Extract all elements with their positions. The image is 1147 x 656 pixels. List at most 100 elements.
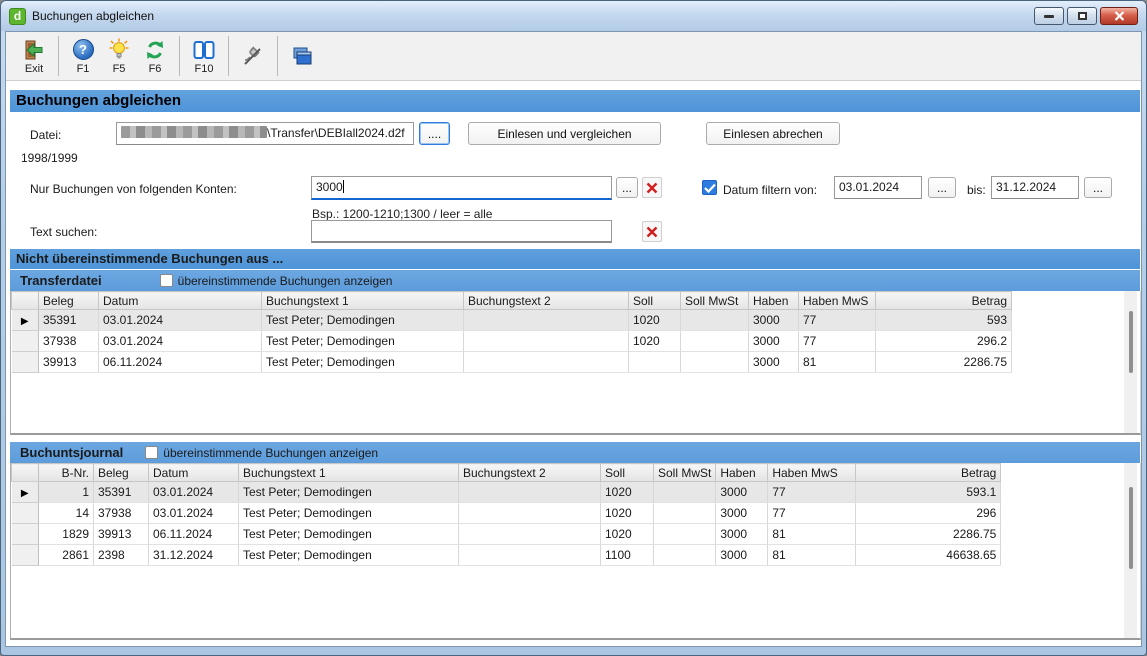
table-cell[interactable]: Test Peter; Demodingen bbox=[239, 503, 459, 524]
column-header[interactable]: Beleg bbox=[94, 464, 149, 482]
row-selector[interactable] bbox=[12, 545, 39, 566]
column-header[interactable]: Soll MwSt bbox=[654, 464, 716, 482]
accounts-input[interactable]: 3000 bbox=[311, 176, 612, 200]
column-header[interactable]: Betrag bbox=[856, 464, 1001, 482]
table-cell[interactable] bbox=[654, 524, 716, 545]
table-cell[interactable]: 2861 bbox=[39, 545, 94, 566]
table-cell[interactable] bbox=[654, 503, 716, 524]
disconnect-button[interactable] bbox=[235, 33, 271, 79]
table-cell[interactable]: Test Peter; Demodingen bbox=[239, 545, 459, 566]
table-cell[interactable]: 3000 bbox=[716, 482, 768, 503]
table-cell[interactable] bbox=[654, 482, 716, 503]
table-cell[interactable]: 296 bbox=[856, 503, 1001, 524]
column-header[interactable]: Haben bbox=[716, 464, 768, 482]
table-row[interactable]: ▶3539103.01.2024Test Peter; Demodingen 10… bbox=[12, 310, 1012, 331]
file-path-input[interactable]: \Transfer\DEBIall2024.d2f bbox=[116, 122, 414, 145]
table-cell[interactable]: 1 bbox=[39, 482, 94, 503]
transfer-show-matching-checkbox[interactable] bbox=[160, 274, 173, 287]
table-cell[interactable]: 06.11.2024 bbox=[149, 524, 239, 545]
text-search-input[interactable] bbox=[311, 220, 612, 243]
table-cell[interactable]: Test Peter; Demodingen bbox=[262, 331, 464, 352]
table-cell[interactable]: Test Peter; Demodingen bbox=[262, 352, 464, 373]
refresh-f6-button[interactable]: F6 bbox=[137, 33, 173, 79]
table-cell[interactable]: Test Peter; Demodingen bbox=[239, 524, 459, 545]
table-cell[interactable]: 31.12.2024 bbox=[149, 545, 239, 566]
row-selector[interactable] bbox=[12, 524, 39, 545]
exit-button[interactable]: Exit bbox=[16, 33, 52, 79]
scrollbar-thumb[interactable] bbox=[1129, 311, 1133, 373]
column-header[interactable]: Haben bbox=[749, 292, 799, 310]
text-search-clear-button[interactable] bbox=[642, 221, 662, 242]
column-header[interactable]: Buchungstext 2 bbox=[459, 464, 601, 482]
table-cell[interactable]: 3000 bbox=[749, 352, 799, 373]
maximize-button[interactable] bbox=[1067, 7, 1097, 25]
table-cell[interactable]: 1020 bbox=[629, 310, 681, 331]
column-header[interactable]: Betrag bbox=[876, 292, 1012, 310]
table-cell[interactable]: 593.1 bbox=[856, 482, 1001, 503]
column-header[interactable]: Soll MwSt bbox=[681, 292, 749, 310]
table-row[interactable]: 143793803.01.2024Test Peter; Demodingen1… bbox=[12, 503, 1001, 524]
column-header[interactable]: Buchungstext 1 bbox=[239, 464, 459, 482]
column-header[interactable]: Haben MwS bbox=[799, 292, 876, 310]
table-cell[interactable]: 03.01.2024 bbox=[99, 331, 262, 352]
table-cell[interactable] bbox=[459, 503, 601, 524]
date-from-input[interactable]: 03.01.2024 bbox=[834, 176, 922, 199]
minimize-button[interactable] bbox=[1034, 7, 1064, 25]
journal-scrollbar[interactable] bbox=[1124, 463, 1137, 638]
table-cell[interactable]: 1100 bbox=[601, 545, 654, 566]
columns-f10-button[interactable]: F10 bbox=[186, 33, 222, 79]
table-cell[interactable] bbox=[459, 545, 601, 566]
table-cell[interactable]: 3000 bbox=[749, 331, 799, 352]
table-cell[interactable]: 2286.75 bbox=[876, 352, 1012, 373]
column-header[interactable]: B-Nr. bbox=[39, 464, 94, 482]
table-cell[interactable]: 37938 bbox=[39, 331, 99, 352]
table-cell[interactable]: 39913 bbox=[39, 352, 99, 373]
close-button[interactable] bbox=[1100, 7, 1138, 25]
table-row[interactable]: 18293991306.11.2024Test Peter; Demodinge… bbox=[12, 524, 1001, 545]
column-header[interactable]: Datum bbox=[99, 292, 262, 310]
table-cell[interactable] bbox=[629, 352, 681, 373]
table-cell[interactable] bbox=[464, 331, 629, 352]
table-cell[interactable]: 1020 bbox=[629, 331, 681, 352]
table-cell[interactable]: 77 bbox=[768, 503, 856, 524]
column-header[interactable]: Buchungstext 1 bbox=[262, 292, 464, 310]
table-row[interactable]: 2861239831.12.2024Test Peter; Demodingen… bbox=[12, 545, 1001, 566]
column-header[interactable]: Beleg bbox=[39, 292, 99, 310]
column-header[interactable]: Datum bbox=[149, 464, 239, 482]
date-from-browse-button[interactable]: ... bbox=[928, 177, 956, 198]
table-cell[interactable]: Test Peter; Demodingen bbox=[239, 482, 459, 503]
table-cell[interactable]: 81 bbox=[768, 545, 856, 566]
table-cell[interactable]: 1020 bbox=[601, 503, 654, 524]
scrollbar-thumb[interactable] bbox=[1129, 487, 1133, 569]
table-cell[interactable]: 1020 bbox=[601, 524, 654, 545]
table-cell[interactable]: 1020 bbox=[601, 482, 654, 503]
table-cell[interactable] bbox=[459, 524, 601, 545]
file-browse-button[interactable]: .... bbox=[419, 122, 450, 145]
table-cell[interactable]: 03.01.2024 bbox=[149, 482, 239, 503]
table-cell[interactable] bbox=[464, 310, 629, 331]
table-cell[interactable] bbox=[654, 545, 716, 566]
table-cell[interactable]: 14 bbox=[39, 503, 94, 524]
table-cell[interactable]: 35391 bbox=[39, 310, 99, 331]
cancel-read-button[interactable]: Einlesen abrechen bbox=[706, 122, 840, 145]
table-cell[interactable]: 296.2 bbox=[876, 331, 1012, 352]
table-row[interactable]: ▶13539103.01.2024Test Peter; Demodingen 1… bbox=[12, 482, 1001, 503]
table-cell[interactable]: Test Peter; Demodingen bbox=[262, 310, 464, 331]
table-cell[interactable]: 35391 bbox=[94, 482, 149, 503]
column-header[interactable]: Haben MwS bbox=[768, 464, 856, 482]
table-cell[interactable]: 593 bbox=[876, 310, 1012, 331]
table-cell[interactable]: 77 bbox=[768, 482, 856, 503]
table-cell[interactable]: 3000 bbox=[716, 503, 768, 524]
table-cell[interactable]: 81 bbox=[768, 524, 856, 545]
table-cell[interactable]: 1829 bbox=[39, 524, 94, 545]
table-cell[interactable]: 3000 bbox=[749, 310, 799, 331]
date-filter-checkbox[interactable] bbox=[702, 180, 717, 195]
table-cell[interactable]: 03.01.2024 bbox=[149, 503, 239, 524]
table-cell[interactable]: 03.01.2024 bbox=[99, 310, 262, 331]
row-selector[interactable] bbox=[12, 503, 39, 524]
table-cell[interactable]: 81 bbox=[799, 352, 876, 373]
table-cell[interactable] bbox=[681, 310, 749, 331]
row-selector[interactable]: ▶ bbox=[12, 310, 39, 331]
table-cell[interactable]: 2398 bbox=[94, 545, 149, 566]
row-selector[interactable]: ▶ bbox=[12, 482, 39, 503]
